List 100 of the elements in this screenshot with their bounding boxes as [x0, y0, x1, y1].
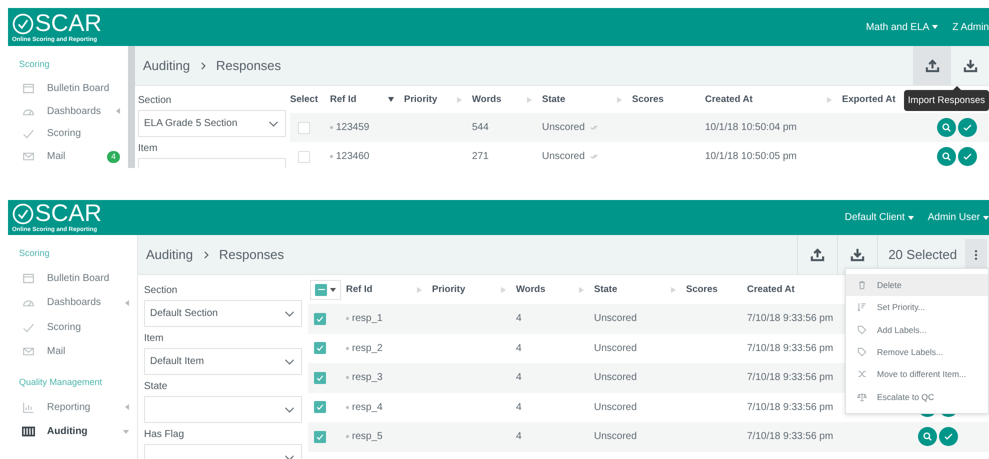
mail-icon: [22, 150, 35, 164]
column-header[interactable]: Created At: [705, 94, 753, 105]
more-button[interactable]: [965, 239, 987, 270]
table-cell: 271: [472, 151, 489, 162]
nav-item[interactable]: Reporting: [19, 395, 137, 420]
column-header[interactable]: Scores: [686, 284, 718, 295]
nav-item[interactable]: Mail 4: [19, 145, 128, 168]
tag-icon: [857, 347, 867, 358]
column-header[interactable]: Priority: [432, 284, 466, 295]
circle-check-icon: [12, 203, 34, 225]
menu-item[interactable]: Add Labels...: [846, 318, 988, 341]
ref-id: resp_2: [352, 342, 383, 354]
row-checkbox[interactable]: [314, 312, 326, 325]
nav-item[interactable]: Scoring: [19, 122, 128, 146]
sort-arrow-icon[interactable]: [388, 97, 394, 102]
scale-icon: [857, 392, 867, 402]
tag-icon: [857, 324, 867, 335]
logo-text: SCAR: [35, 202, 102, 226]
table-cell: 10/1/18 10:50:04 pm: [705, 122, 797, 133]
table-cell: 7/10/18 9:33:56 pm: [747, 402, 834, 413]
search-icon: [941, 151, 952, 162]
breadcrumb-item[interactable]: Auditing: [143, 58, 190, 73]
column-header[interactable]: Priority: [404, 94, 438, 105]
row-checkbox[interactable]: [314, 430, 326, 443]
header-menu[interactable]: Admin User: [928, 212, 989, 223]
more-icon: [974, 248, 978, 260]
download-icon: [962, 58, 978, 73]
row-checkbox[interactable]: [314, 372, 326, 384]
checkbox[interactable]: [315, 284, 327, 296]
filter-label: Has Flag: [144, 429, 186, 442]
checkmark-icon: [22, 127, 35, 140]
filter-label: Section: [138, 95, 172, 108]
breadcrumb-item[interactable]: Responses: [216, 58, 282, 73]
select-field[interactable]: ELA Grade 5 Section: [138, 110, 286, 137]
section-heading: Scoring: [19, 58, 51, 71]
menu-item[interactable]: Move to different Item...: [846, 363, 988, 386]
breadcrumb-item[interactable]: Auditing: [146, 247, 193, 262]
table-cell: 4: [516, 431, 522, 442]
ref-id: 123460: [336, 151, 370, 162]
header-menu[interactable]: Math and ELA: [866, 22, 938, 32]
filter-label: Section: [144, 285, 178, 298]
row-checkbox[interactable]: [298, 150, 310, 162]
approve-button[interactable]: [958, 147, 977, 166]
approve-button[interactable]: [939, 427, 958, 446]
column-header[interactable]: Ref Id: [346, 284, 372, 295]
table-cell: 4: [516, 402, 522, 413]
upload-icon: [924, 58, 940, 73]
table-cell: 7/10/18 9:33:56 pm: [747, 342, 834, 354]
table-cell: 7/10/18 9:33:56 pm: [747, 313, 834, 324]
nav-item[interactable]: Dashboards: [19, 290, 137, 315]
search-button[interactable]: [918, 427, 937, 446]
nav-item[interactable]: Dashboards: [19, 100, 128, 122]
column-header[interactable]: Words: [516, 284, 546, 295]
nav-item[interactable]: Scoring: [19, 315, 137, 340]
search-button[interactable]: [937, 118, 956, 137]
select-field[interactable]: Default Section: [144, 300, 302, 327]
menu-item[interactable]: Remove Labels...: [846, 340, 988, 364]
menu-item[interactable]: Delete: [846, 274, 988, 296]
row-checkbox[interactable]: [314, 342, 326, 354]
search-button[interactable]: [937, 147, 956, 166]
select-all-checkbox[interactable]: [310, 280, 341, 300]
search-icon: [941, 122, 952, 133]
column-header[interactable]: Words: [472, 94, 502, 105]
checkmark-icon: [315, 372, 325, 383]
select-field[interactable]: [144, 396, 302, 423]
checkmark-icon: [962, 122, 973, 133]
ref-id: resp_5: [352, 431, 383, 442]
scrollbar[interactable]: [128, 46, 135, 168]
approve-button[interactable]: [958, 118, 977, 137]
breadcrumb-item[interactable]: Responses: [218, 247, 284, 262]
menu-item[interactable]: Escalate to QC: [846, 385, 988, 408]
column-header[interactable]: State: [542, 94, 566, 105]
nav-item[interactable]: Bulletin Board: [19, 77, 128, 100]
header-menu[interactable]: Default Client: [844, 212, 914, 223]
ref-id: resp_1: [352, 313, 383, 324]
column-header[interactable]: Scores: [632, 94, 664, 105]
bullet-icon: [330, 126, 333, 129]
nav-item[interactable]: Bulletin Board: [19, 266, 137, 290]
column-header[interactable]: Ref Id: [330, 94, 356, 105]
checkmark-icon: [315, 432, 325, 442]
column-header[interactable]: Created At: [747, 284, 795, 295]
columns-icon: [22, 425, 35, 438]
shuffle-icon: [857, 369, 867, 380]
row-checkbox[interactable]: [298, 122, 310, 134]
column-header[interactable]: Exported At: [842, 94, 896, 105]
sort-lines-icon: [857, 302, 867, 312]
row-checkbox[interactable]: [314, 401, 326, 414]
upload-button[interactable]: [913, 46, 951, 85]
table-cell: 544: [472, 122, 489, 133]
nav-item[interactable]: Auditing: [19, 420, 137, 444]
nav-item[interactable]: Mail: [19, 340, 137, 364]
table-cell: 7/10/18 9:33:56 pm: [747, 431, 834, 442]
upload-icon: [810, 247, 826, 262]
header-menu[interactable]: Z Admin: [952, 22, 989, 32]
select-field[interactable]: Default Item: [144, 348, 302, 375]
table-cell: Unscored: [594, 402, 637, 413]
bullet-icon: [346, 406, 349, 409]
checkmark-icon: [943, 431, 954, 442]
menu-item[interactable]: Set Priority...: [846, 296, 988, 319]
column-header[interactable]: State: [594, 284, 618, 295]
